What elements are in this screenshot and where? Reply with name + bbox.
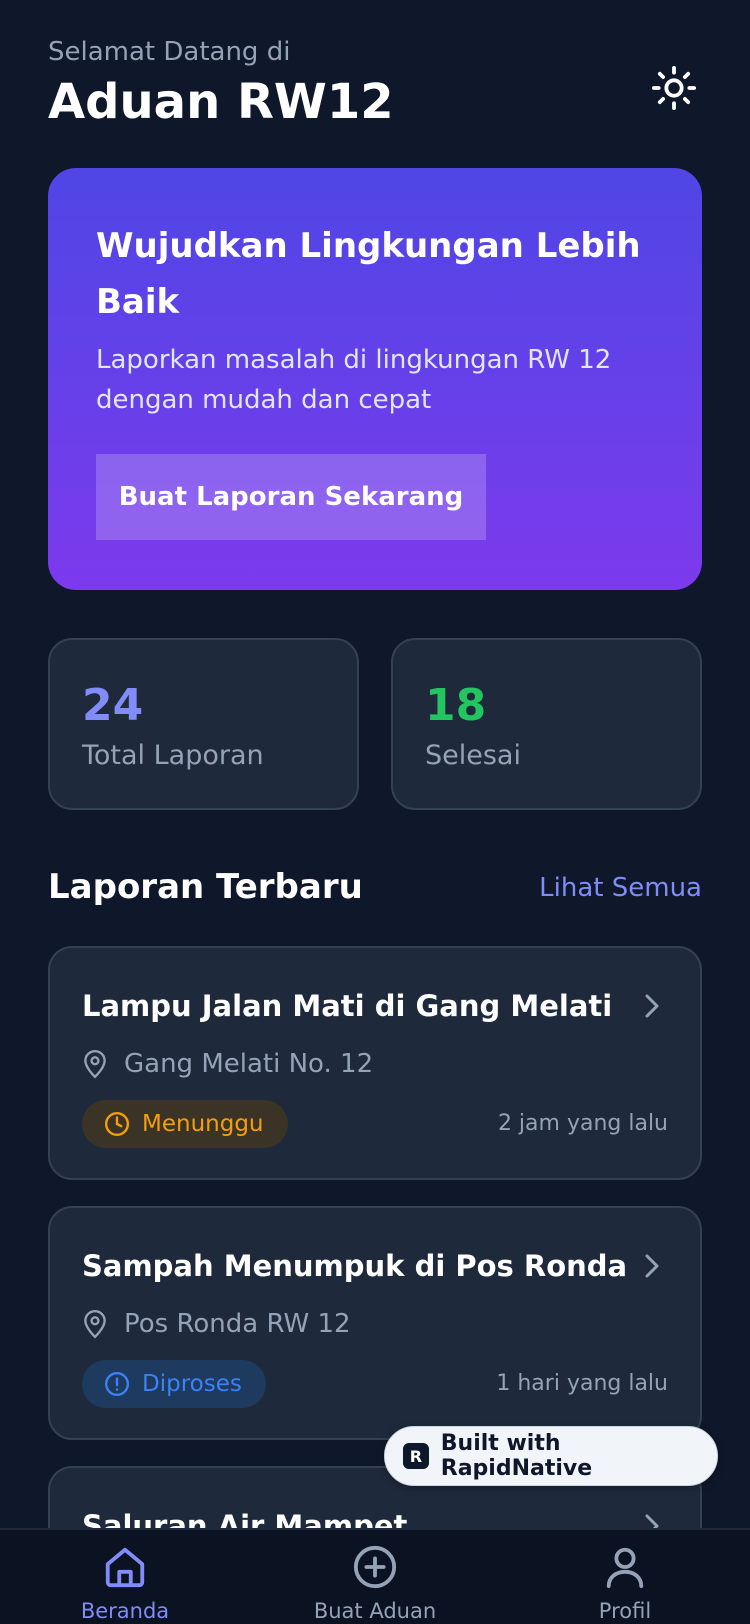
app-title: Aduan RW12 [48,74,394,130]
user-icon [606,1547,644,1589]
tab-label: Beranda [80,1599,170,1623]
chevron-right-icon [645,994,659,1018]
stat-done-value: 18 [425,680,487,731]
tab-label: Profil [598,1599,652,1623]
tab-label: Buat Aduan [313,1599,437,1623]
status-text: Diproses [142,1371,242,1397]
tab-create-report[interactable]: Buat Aduan [285,1544,465,1624]
hero-title: Wujudkan Lingkungan Lebih Baik [96,226,641,322]
built-with-badge[interactable]: R Built with RapidNative [384,1426,718,1486]
recent-reports-header: Laporan Terbaru Lihat Semua [48,862,702,914]
built-with-text: Built with RapidNative [440,1431,593,1481]
location-text: Gang Melati No. 12 [124,1049,374,1079]
chevron-right-icon [645,1254,659,1278]
clock-icon [104,1111,130,1137]
status-badge: Diproses [82,1360,266,1408]
stat-done-label: Selesai [425,740,521,771]
hero-banner: Wujudkan Lingkungan Lebih Baik Laporkan … [48,168,702,590]
location-text: Pos Ronda RW 12 [124,1309,351,1339]
stat-total-label: Total Laporan [82,740,264,771]
hero-subtitle: Laporkan masalah di lingkungan RW 12 den… [96,345,612,415]
sun-icon [651,65,697,111]
bottom-tab-bar: Beranda Buat Aduan Profil [0,1528,750,1624]
report-location: Pos Ronda RW 12 [82,1304,351,1344]
section-title: Laporan Terbaru [48,867,363,907]
see-all-link[interactable]: Lihat Semua [539,868,702,908]
alert-circle-icon [104,1371,130,1397]
theme-toggle-button[interactable] [646,60,702,116]
report-card[interactable]: Lampu Jalan Mati di Gang Melati Gang Mel… [48,946,702,1180]
map-pin-icon [84,1309,106,1339]
report-time: 2 jam yang lalu [497,1111,668,1136]
report-time: 1 hari yang lalu [496,1371,668,1396]
map-pin-icon [84,1049,106,1079]
status-text: Menunggu [142,1111,264,1137]
home-icon [105,1547,145,1588]
status-badge: Menunggu [82,1100,288,1148]
stats-row: 24 Total Laporan 18 Selesai [48,638,702,810]
tab-profile[interactable]: Profil [535,1544,715,1624]
report-title: Sampah Menumpuk di Pos Ronda [82,1249,628,1283]
stat-card-done: 18 Selesai [391,638,702,810]
header: Selamat Datang di Aduan RW12 [48,34,702,134]
stat-total-value: 24 [82,680,144,731]
report-title: Lampu Jalan Mati di Gang Melati [82,989,613,1023]
report-location: Gang Melati No. 12 [82,1044,373,1084]
rapidnative-logo-icon: R [403,1443,429,1469]
plus-circle-icon [353,1545,397,1589]
welcome-text: Selamat Datang di [48,37,291,67]
tab-home[interactable]: Beranda [35,1544,215,1624]
home-screen: Selamat Datang di Aduan RW12 Wujudkan Li… [0,0,750,1624]
report-card[interactable]: Sampah Menumpuk di Pos Ronda Pos Ronda R… [48,1206,702,1440]
stat-card-total: 24 Total Laporan [48,638,359,810]
create-report-button[interactable]: Buat Laporan Sekarang [96,454,486,540]
